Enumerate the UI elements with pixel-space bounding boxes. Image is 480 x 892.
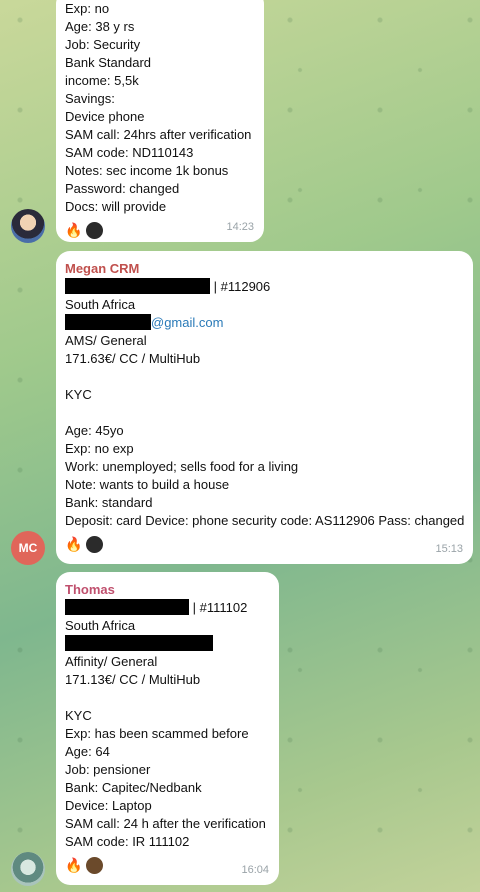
message-text: AMS/ General 171.63€/ CC / MultiHub: [65, 332, 463, 368]
message-line: SAM call: 24 h after the verification: [65, 816, 266, 831]
message-line: Affinity/ General: [65, 654, 158, 669]
message-line: Deposit: card Device: phone security cod…: [65, 513, 465, 528]
client-id-line: | #111102: [65, 599, 269, 617]
message-text: Age: 45yo Exp: no exp Work: unemployed; se…: [65, 422, 465, 530]
message-line: Age: 64: [65, 744, 110, 759]
fire-reaction-icon[interactable]: 🔥: [65, 857, 82, 873]
message-line: Age: 45yo: [65, 423, 124, 438]
message-line: Bank Standard: [65, 55, 152, 70]
client-id: | #111102: [192, 600, 248, 615]
message-line: Age: 38 y rs: [65, 19, 135, 34]
message-line: Job: Security: [65, 37, 141, 52]
message-line: Password: changed: [65, 181, 180, 196]
message-line: income: 5,5k: [65, 73, 139, 88]
message-line: Exp: no: [65, 1, 110, 16]
message-bubble[interactable]: Megan CRM | #112906 South Africa @gmail.…: [56, 251, 473, 564]
country-line: South Africa: [65, 297, 136, 312]
message-line: Device phone: [65, 109, 145, 124]
message-line: AMS/ General: [65, 333, 147, 348]
sender-name[interactable]: Thomas: [65, 581, 269, 599]
redacted-name: [65, 278, 210, 294]
message-line: Work: unemployed; sells food for a livin…: [65, 459, 299, 474]
reactor-avatar: [85, 534, 105, 554]
redacted-email: [65, 314, 151, 330]
message-line: Exp: has been scammed before: [65, 726, 249, 741]
client-id: | #112906: [213, 279, 271, 294]
reactions[interactable]: 🔥: [65, 534, 463, 554]
message-line: Notes: sec income 1k bonus: [65, 163, 229, 178]
message-line: 171.13€/ CC / MultiHub: [65, 672, 201, 687]
avatar-initials: MC: [18, 541, 38, 555]
fire-reaction-icon[interactable]: 🔥: [65, 222, 82, 238]
client-id-line: | #112906: [65, 278, 463, 296]
sender-avatar[interactable]: [11, 209, 45, 243]
kyc-heading: KYC: [65, 387, 92, 402]
message-line: Bank: standard: [65, 495, 153, 510]
message-line: KYC: [65, 708, 92, 723]
fire-reaction-icon[interactable]: 🔥: [65, 536, 82, 552]
message-line: Note: wants to build a house: [65, 477, 230, 492]
email-line: @gmail.com: [65, 314, 463, 332]
message-line: SAM call: 24hrs after verification: [65, 127, 252, 142]
message-bubble[interactable]: Exp: no Age: 38 y rs Job: Security Bank Sta…: [56, 0, 264, 242]
message-line: SAM code: IR 111102: [65, 834, 190, 849]
message-time: 16:04: [241, 864, 269, 876]
message-line: SAM code: ND110143: [65, 145, 194, 160]
sender-avatar[interactable]: [11, 852, 45, 886]
sender-name[interactable]: Megan CRM: [65, 260, 463, 278]
message-line: Device: Laptop: [65, 798, 152, 813]
redacted-name: [65, 599, 189, 615]
message-text: Affinity/ General 171.13€/ CC / MultiHub: [65, 653, 269, 689]
message-time: 14:23: [226, 221, 254, 233]
message-line: Savings:: [65, 91, 115, 106]
redacted-contact: [65, 635, 213, 651]
message-line: Exp: no exp: [65, 441, 134, 456]
message-line: 171.63€/ CC / MultiHub: [65, 351, 201, 366]
email-link[interactable]: @gmail.com: [151, 315, 223, 330]
message-text: KYC Exp: has been scammed before Age: 64 Jo…: [65, 707, 269, 851]
redacted-line: [65, 635, 269, 653]
country-line: South Africa: [65, 618, 136, 633]
reactions[interactable]: 🔥: [65, 855, 269, 875]
reactor-avatar: [85, 220, 105, 240]
message-line: Docs: will provide: [65, 199, 167, 214]
message-line: Bank: Capitec/Nedbank: [65, 780, 202, 795]
message-time: 15:13: [435, 543, 463, 555]
message-bubble[interactable]: Thomas | #111102 South Africa Affinity/ …: [56, 572, 279, 885]
sender-avatar[interactable]: MC: [11, 531, 45, 565]
message-line: Job: pensioner: [65, 762, 151, 777]
reactor-avatar: [85, 855, 105, 875]
message-text: Exp: no Age: 38 y rs Job: Security Bank Sta…: [65, 0, 254, 216]
